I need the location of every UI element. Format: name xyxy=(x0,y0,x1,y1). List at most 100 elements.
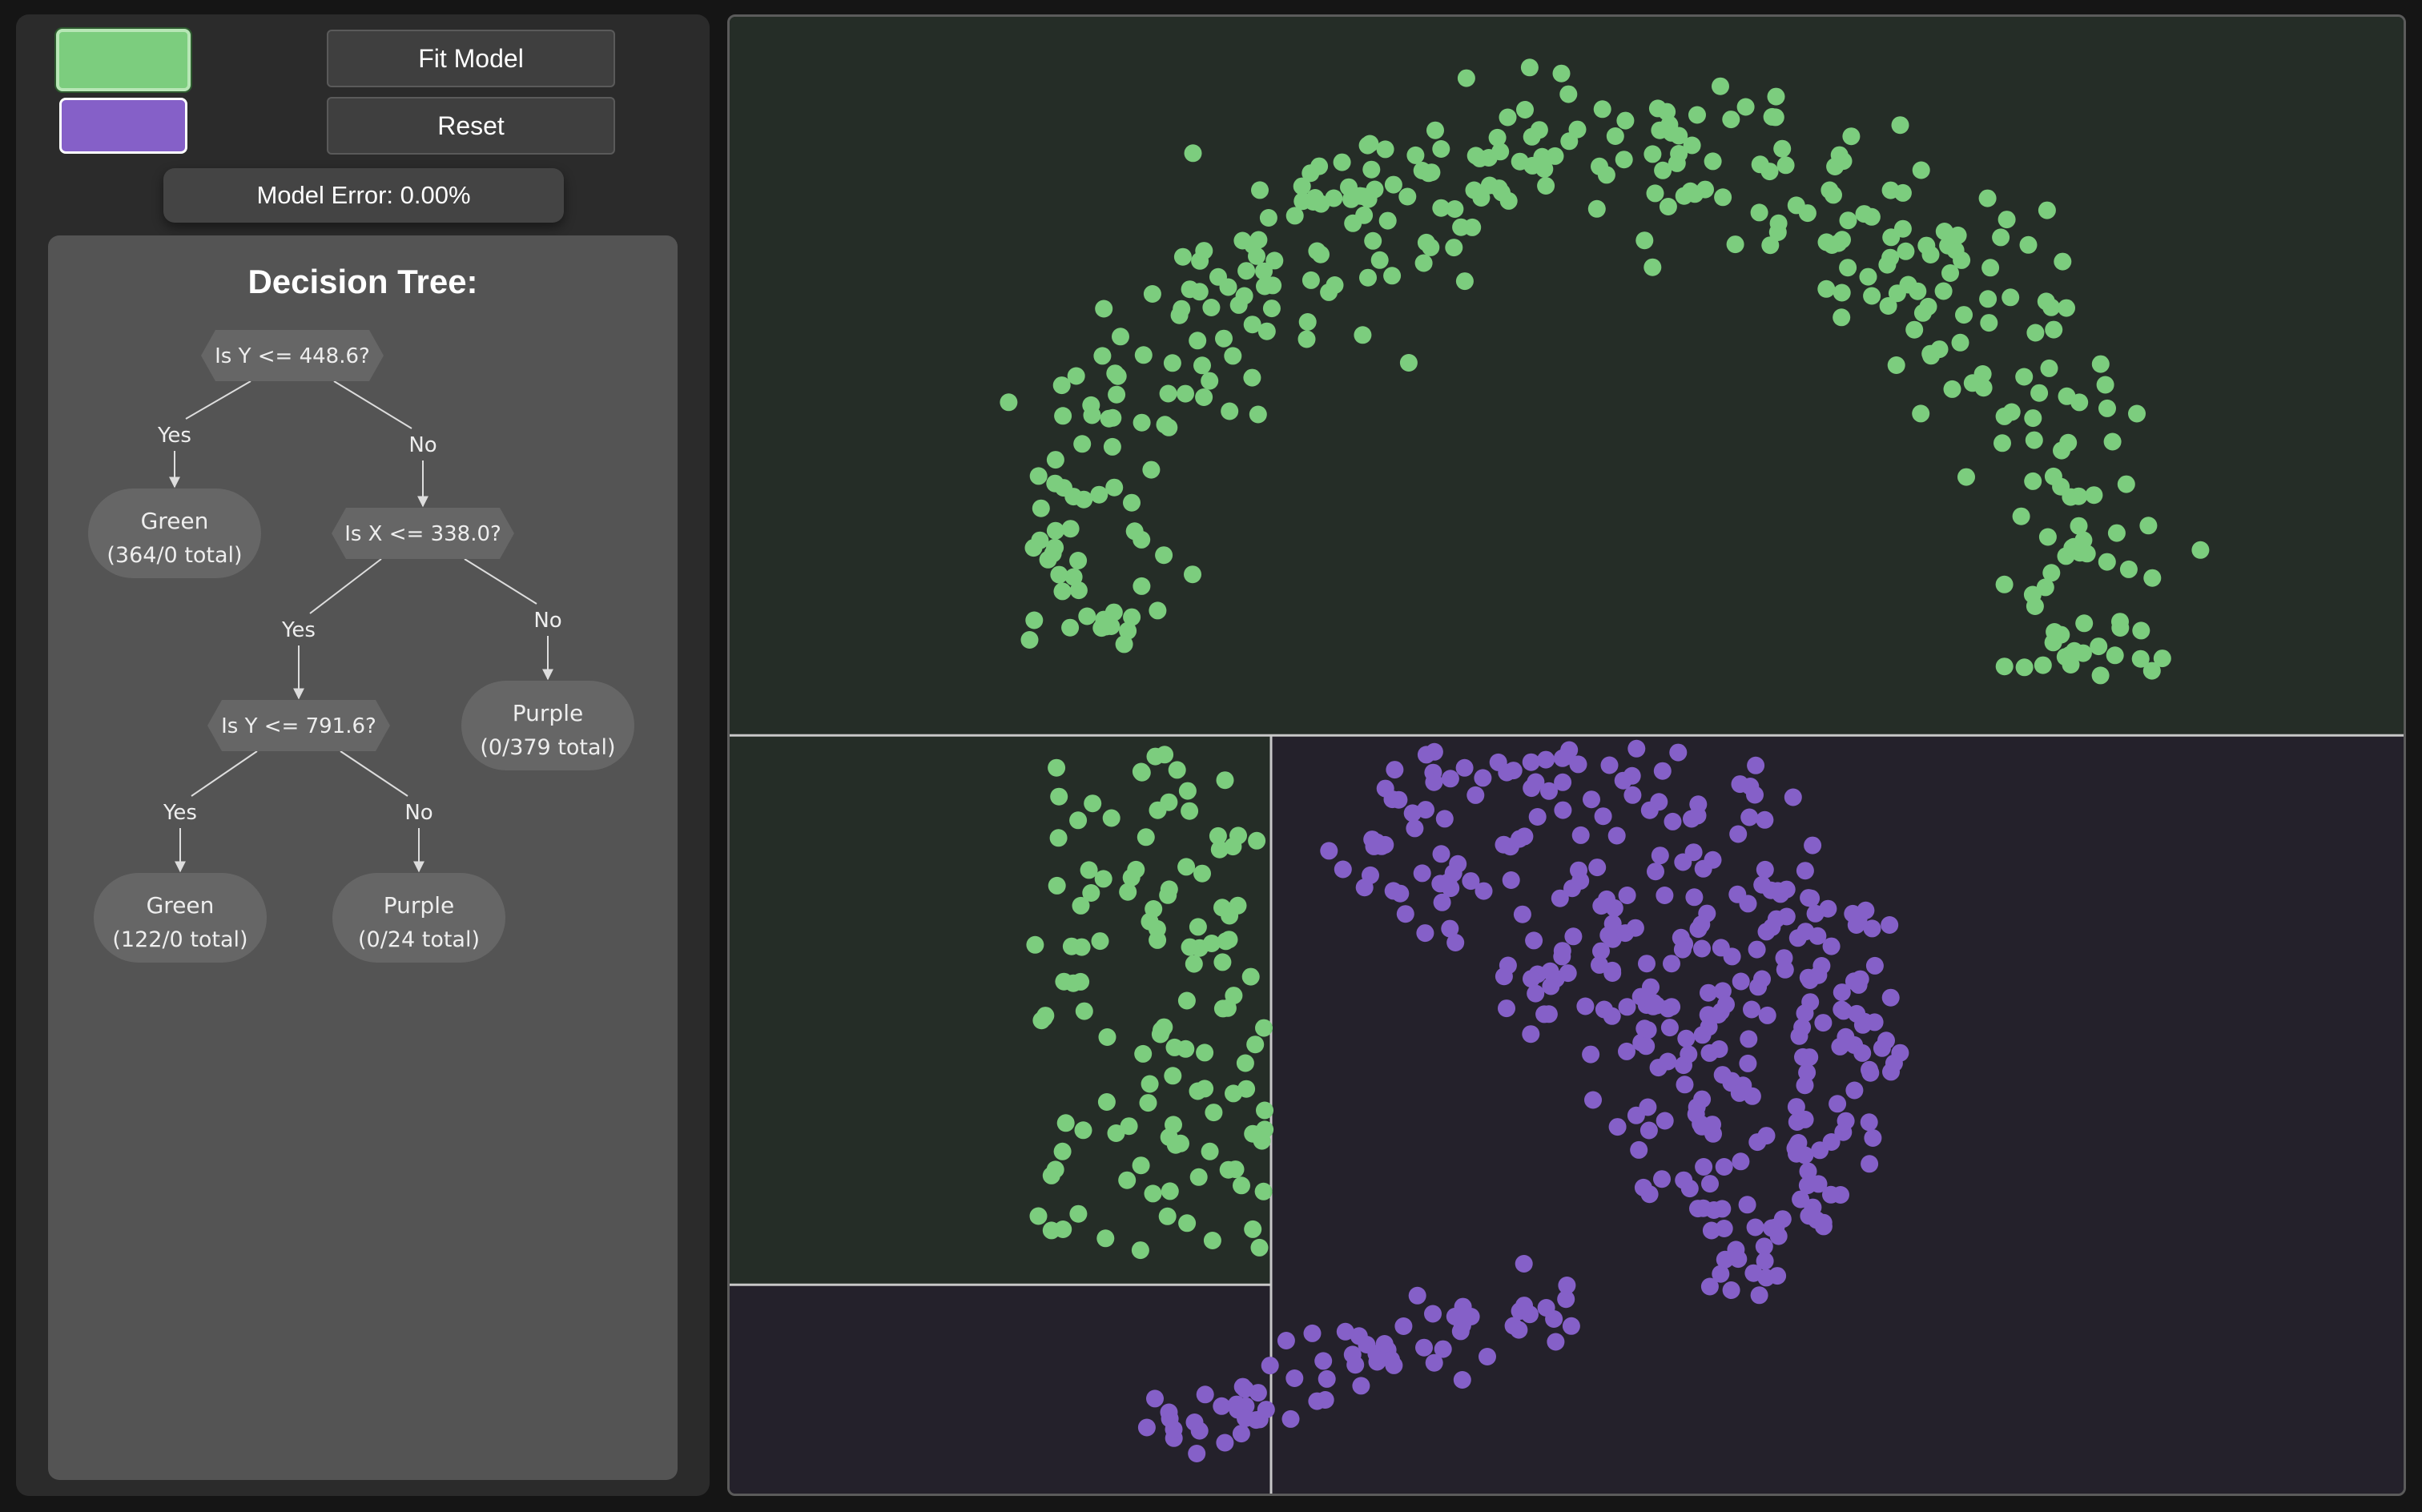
tree-edge-no: No xyxy=(464,558,562,681)
purple-point xyxy=(1723,947,1741,966)
purple-point xyxy=(1673,940,1692,959)
green-point xyxy=(1237,262,1256,280)
purple-point xyxy=(1861,1155,1879,1173)
purple-point xyxy=(1814,1014,1833,1032)
purple-point xyxy=(1740,1030,1758,1048)
scatter-plot-canvas[interactable] xyxy=(727,14,2406,1496)
green-class-swatch[interactable] xyxy=(56,29,191,91)
green-point xyxy=(1050,787,1068,806)
tree-leaf-node: Purple (0/379 total) xyxy=(461,681,634,770)
green-point xyxy=(2012,507,2030,525)
purple-point xyxy=(1739,1054,1757,1072)
green-point xyxy=(1249,405,1267,424)
green-point xyxy=(1302,271,1320,289)
fit-model-button[interactable]: Fit Model xyxy=(327,30,615,87)
purple-point xyxy=(1523,970,1540,988)
purple-class-swatch[interactable] xyxy=(59,98,187,154)
purple-point xyxy=(1502,871,1520,889)
green-point xyxy=(1142,460,1161,479)
purple-point xyxy=(1861,1064,1880,1082)
purple-point xyxy=(1607,826,1626,845)
purple-point xyxy=(1553,749,1571,767)
tree-split-node: Is X <= 338.0? xyxy=(332,508,514,559)
tree-edge-yes: Yes xyxy=(157,380,251,489)
green-point xyxy=(1104,408,1122,427)
green-point xyxy=(1078,607,1096,625)
green-point xyxy=(1833,308,1851,327)
green-point xyxy=(1168,761,1186,779)
green-point xyxy=(1298,313,1317,331)
scatter-plot-svg[interactable] xyxy=(730,17,2404,1494)
purple-point xyxy=(1700,1018,1718,1036)
purple-point xyxy=(1722,1281,1740,1299)
green-point xyxy=(1432,140,1450,158)
purple-point xyxy=(1513,905,1531,923)
purple-point xyxy=(1644,994,1663,1011)
purple-point xyxy=(1618,887,1636,904)
purple-point xyxy=(1732,1152,1750,1171)
purple-point xyxy=(1819,899,1837,918)
purple-point xyxy=(1346,1356,1365,1374)
green-point xyxy=(2098,553,2116,571)
purple-point xyxy=(1375,1335,1394,1353)
tree-split-node: Is Y <= 791.6? xyxy=(207,700,390,751)
green-point xyxy=(2030,384,2049,402)
green-point xyxy=(1083,406,1101,424)
green-point xyxy=(2090,637,2108,656)
purple-point xyxy=(1822,1185,1840,1204)
purple-point xyxy=(1829,1095,1847,1113)
green-point xyxy=(1432,199,1450,217)
purple-point xyxy=(1746,1218,1764,1237)
green-point xyxy=(1769,214,1788,232)
purple-point xyxy=(1857,901,1875,919)
reset-button[interactable]: Reset xyxy=(327,97,615,155)
purple-point xyxy=(1618,998,1636,1016)
purple-point xyxy=(1441,919,1459,938)
green-point xyxy=(1659,198,1677,215)
purple-point xyxy=(1798,1064,1816,1082)
tree-edge-yes: Yes xyxy=(163,750,258,873)
green-point xyxy=(1863,287,1881,305)
purple-point xyxy=(1562,1317,1580,1335)
purple-point xyxy=(1653,762,1672,780)
green-point xyxy=(1107,1124,1125,1142)
green-point xyxy=(1998,211,2016,229)
green-point xyxy=(1201,372,1219,390)
purple-point xyxy=(1710,1040,1728,1058)
green-point xyxy=(1881,248,1900,267)
tree-edge-label: No xyxy=(404,801,432,825)
green-point xyxy=(1189,918,1207,936)
purple-point xyxy=(1261,1357,1279,1375)
green-point xyxy=(1069,811,1088,830)
purple-point xyxy=(1444,864,1462,883)
green-point xyxy=(1887,356,1905,374)
purple-point xyxy=(1213,1397,1231,1415)
purple-point xyxy=(1466,786,1485,804)
purple-point xyxy=(1653,1170,1671,1188)
green-point xyxy=(1229,896,1247,915)
green-point xyxy=(1119,883,1137,901)
green-point xyxy=(1219,1160,1237,1179)
green-point xyxy=(1722,111,1740,129)
green-point xyxy=(1104,603,1123,621)
green-point xyxy=(1196,1044,1214,1062)
green-point xyxy=(2024,409,2042,428)
green-point xyxy=(2062,488,2080,506)
green-point xyxy=(1096,1229,1115,1248)
decision-tree-diagram: Yes No Yes No Yes No Is Y <= 448.6? Green (364/0… xyxy=(88,330,634,963)
green-point xyxy=(1053,1142,1072,1160)
green-point xyxy=(1265,251,1284,270)
green-point xyxy=(1935,223,1953,240)
green-point xyxy=(1881,181,1900,199)
purple-point xyxy=(1424,1305,1442,1323)
purple-point xyxy=(1314,1352,1333,1370)
purple-point xyxy=(1453,1371,1471,1389)
green-point xyxy=(1062,937,1080,955)
purple-point xyxy=(1542,977,1560,995)
purple-point xyxy=(1435,810,1454,828)
green-point xyxy=(1024,539,1043,557)
green-point xyxy=(1364,231,1382,250)
purple-point xyxy=(1758,1006,1776,1024)
green-point xyxy=(1112,328,1129,346)
green-point xyxy=(2024,472,2042,490)
